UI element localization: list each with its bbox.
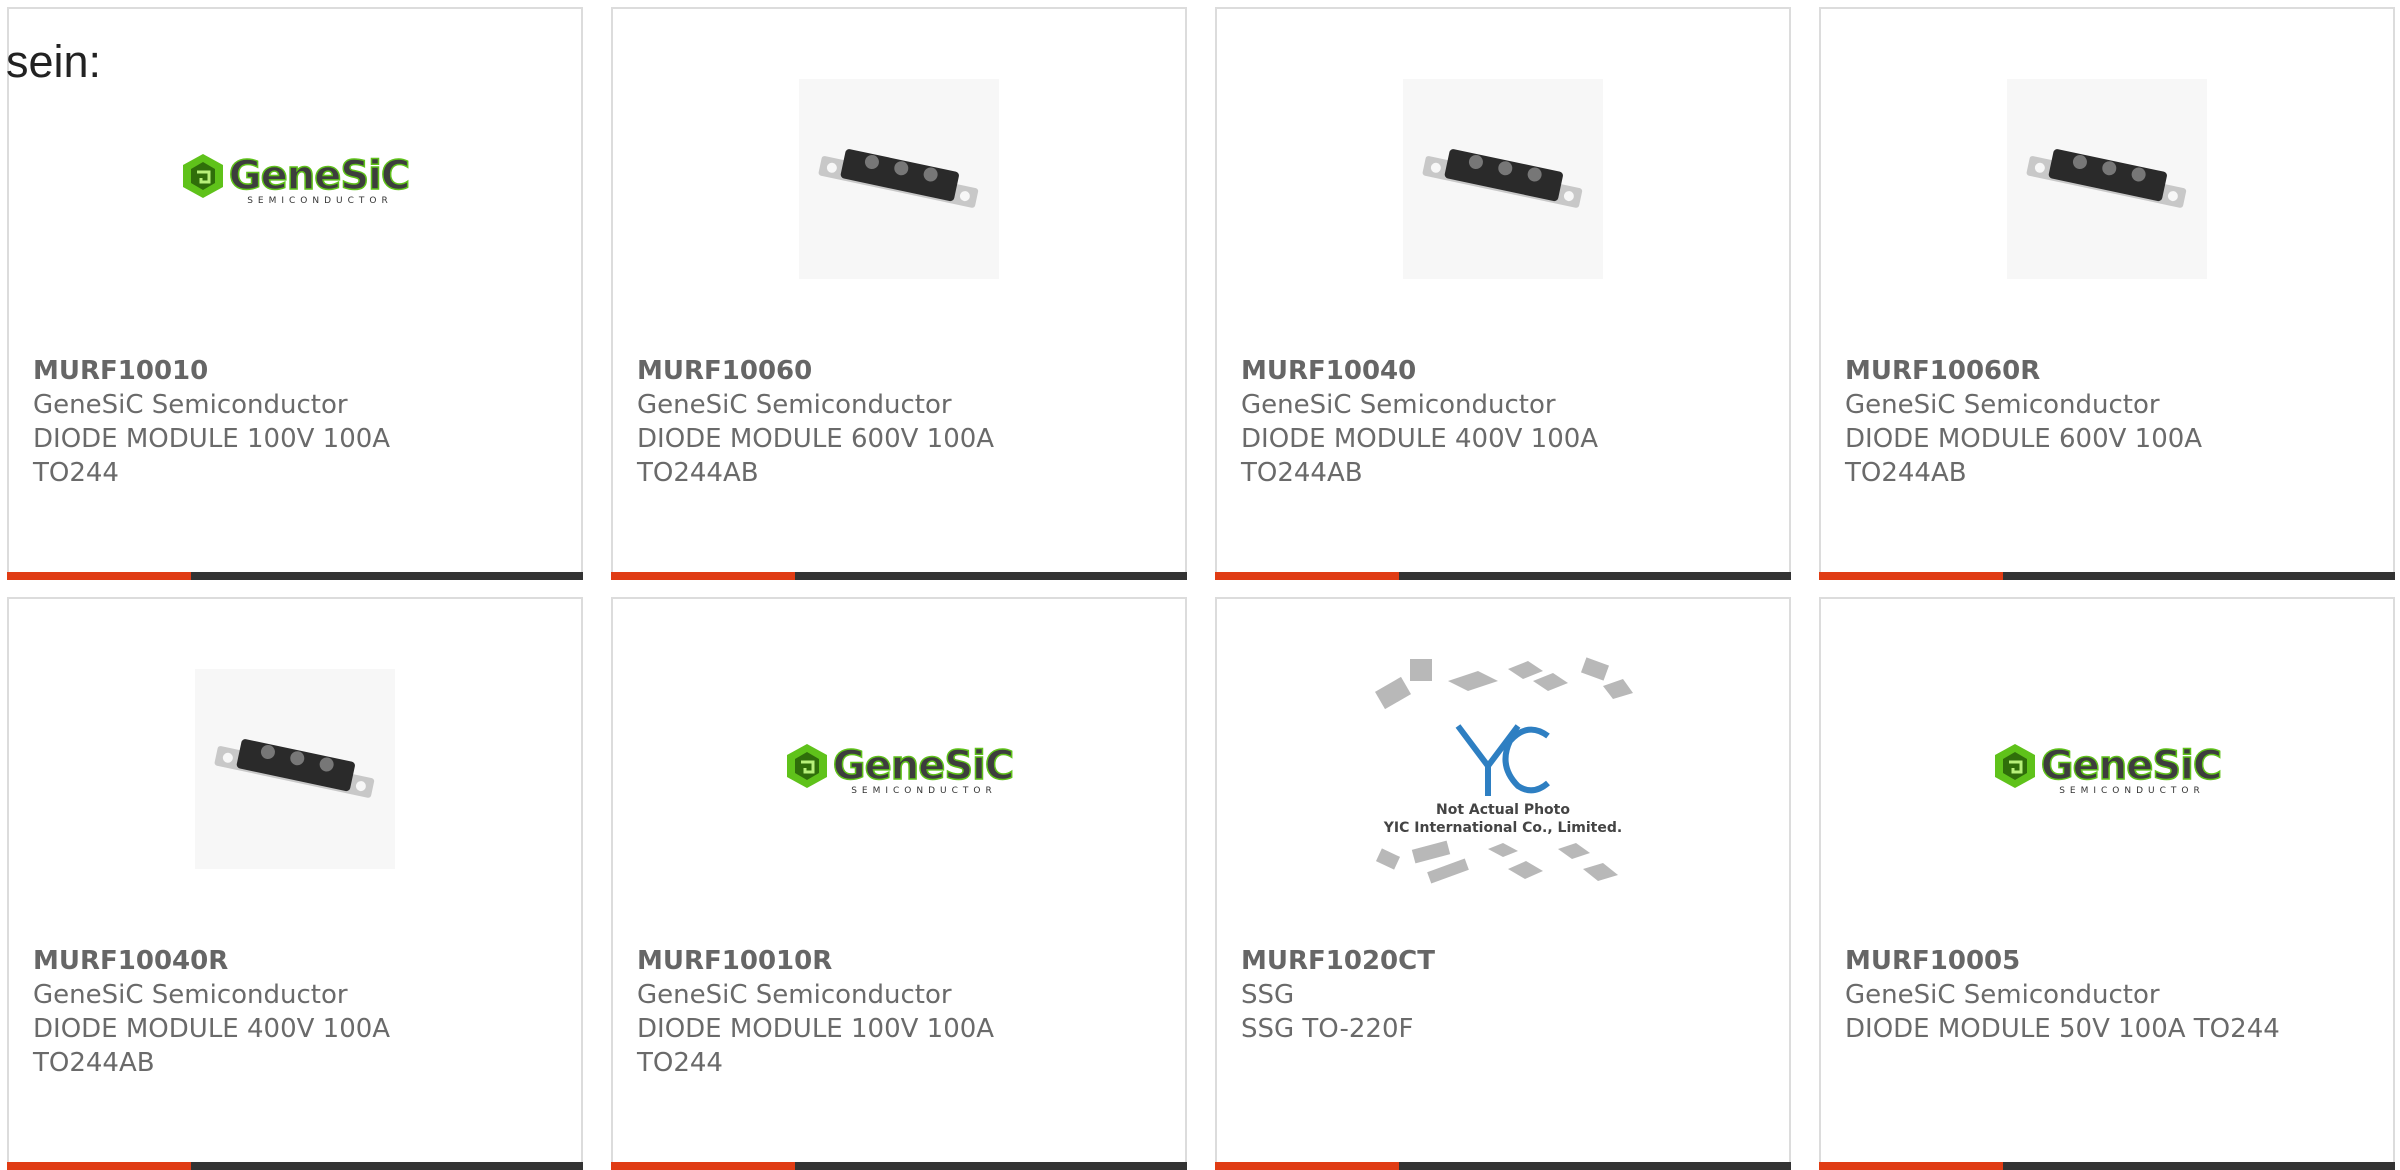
package: TO244 (33, 458, 119, 488)
logo-word: GeneSiC (228, 152, 411, 200)
genesic-logo: GeneSiC SEMICONDUCTOR (1993, 742, 2223, 796)
logo-subtitle: SEMICONDUCTOR (2059, 786, 2205, 796)
product-card[interactable]: Not Actual Photo YIC International Co., … (1215, 597, 1791, 1170)
diode-module-photo (799, 79, 999, 279)
description: DIODE MODULE 50V 100A TO244 (1845, 1014, 2280, 1044)
part-number[interactable]: MURF10060R (1845, 354, 2373, 388)
product-card[interactable]: GeneSiC SEMICONDUCTOR MURF10010 GeneSiC … (7, 7, 583, 580)
logo-subtitle: SEMICONDUCTOR (851, 786, 997, 796)
yic-placeholder: Not Actual Photo YIC International Co., … (1368, 651, 1638, 887)
product-card[interactable]: GeneSiC SEMICONDUCTOR MURF10005 GeneSiC … (1819, 597, 2395, 1170)
part-number[interactable]: MURF10010R (637, 944, 1165, 978)
part-number[interactable]: MURF1020CT (1241, 944, 1769, 978)
product-card[interactable]: GeneSiC SEMICONDUCTOR MURF10010R GeneSiC… (611, 597, 1187, 1170)
description: DIODE MODULE 600V 100A (637, 424, 995, 454)
genesic-cube-icon (786, 744, 827, 788)
product-image[interactable]: GeneSiC SEMICONDUCTOR (1821, 659, 2393, 879)
card-bar (611, 572, 1187, 580)
package: TO244AB (1241, 458, 1363, 488)
logo-word: GeneSiC (832, 742, 1015, 790)
genesic-cube-icon (182, 154, 223, 198)
description: DIODE MODULE 100V 100A (33, 424, 391, 454)
package: TO244AB (33, 1048, 155, 1078)
package: TO244AB (637, 458, 759, 488)
chip-packages-icon (1375, 657, 1633, 710)
genesic-logo: GeneSiC SEMICONDUCTOR (181, 152, 411, 206)
product-card[interactable]: MURF10040R GeneSiC Semiconductor DIODE M… (7, 597, 583, 1170)
card-bar (1819, 1162, 2395, 1170)
diode-module-photo (1403, 79, 1603, 279)
description: DIODE MODULE 400V 100A (1241, 424, 1599, 454)
genesic-cube-icon (1994, 744, 2035, 788)
product-image[interactable]: Not Actual Photo YIC International Co., … (1217, 657, 1789, 884)
card-bar (1215, 572, 1791, 580)
manufacturer: GeneSiC Semiconductor (1845, 980, 2160, 1010)
description: SSG TO-220F (1241, 1014, 1414, 1044)
product-image[interactable] (9, 659, 581, 879)
manufacturer: GeneSiC Semiconductor (1845, 390, 2160, 420)
yic-line2: YIC International Co., Limited. (1383, 820, 1623, 836)
product-image[interactable] (613, 69, 1185, 289)
card-bar (1215, 1162, 1791, 1170)
genesic-logo: GeneSiC SEMICONDUCTOR (785, 742, 1015, 796)
description: DIODE MODULE 600V 100A (1845, 424, 2203, 454)
part-number[interactable]: MURF10010 (33, 354, 561, 388)
diode-module-photo (195, 669, 395, 869)
part-number[interactable]: MURF10040 (1241, 354, 1769, 388)
manufacturer: GeneSiC Semiconductor (637, 390, 952, 420)
product-image[interactable]: GeneSiC SEMICONDUCTOR (613, 659, 1185, 879)
chip-packages-icon (1375, 840, 1618, 884)
description: DIODE MODULE 100V 100A (637, 1014, 995, 1044)
logo-subtitle: SEMICONDUCTOR (247, 196, 393, 206)
yic-line1: Not Actual Photo (1436, 802, 1570, 818)
part-number[interactable]: MURF10005 (1845, 944, 2373, 978)
logo-word: GeneSiC (2040, 742, 2223, 790)
part-number[interactable]: MURF10040R (33, 944, 561, 978)
manufacturer: GeneSiC Semiconductor (637, 980, 952, 1010)
product-card[interactable]: MURF10060R GeneSiC Semiconductor DIODE M… (1819, 7, 2395, 580)
manufacturer: GeneSiC Semiconductor (33, 980, 348, 1010)
manufacturer: GeneSiC Semiconductor (33, 390, 348, 420)
product-image[interactable] (1821, 69, 2393, 289)
card-bar (7, 1162, 583, 1170)
product-image[interactable] (1217, 69, 1789, 289)
card-bar (1819, 572, 2395, 580)
product-card[interactable]: MURF10060 GeneSiC Semiconductor DIODE MO… (611, 7, 1187, 580)
description: DIODE MODULE 400V 100A (33, 1014, 391, 1044)
package: TO244AB (1845, 458, 1967, 488)
yic-logo (1455, 724, 1550, 796)
manufacturer: GeneSiC Semiconductor (1241, 390, 1556, 420)
card-bar (611, 1162, 1187, 1170)
diode-module-photo (2007, 79, 2207, 279)
card-bar (7, 572, 583, 580)
package: TO244 (637, 1048, 723, 1078)
product-image[interactable]: GeneSiC SEMICONDUCTOR (9, 69, 581, 289)
part-number[interactable]: MURF10060 (637, 354, 1165, 388)
manufacturer: SSG (1241, 980, 1295, 1010)
product-card[interactable]: MURF10040 GeneSiC Semiconductor DIODE MO… (1215, 7, 1791, 580)
intro-text: sein: (6, 36, 102, 87)
